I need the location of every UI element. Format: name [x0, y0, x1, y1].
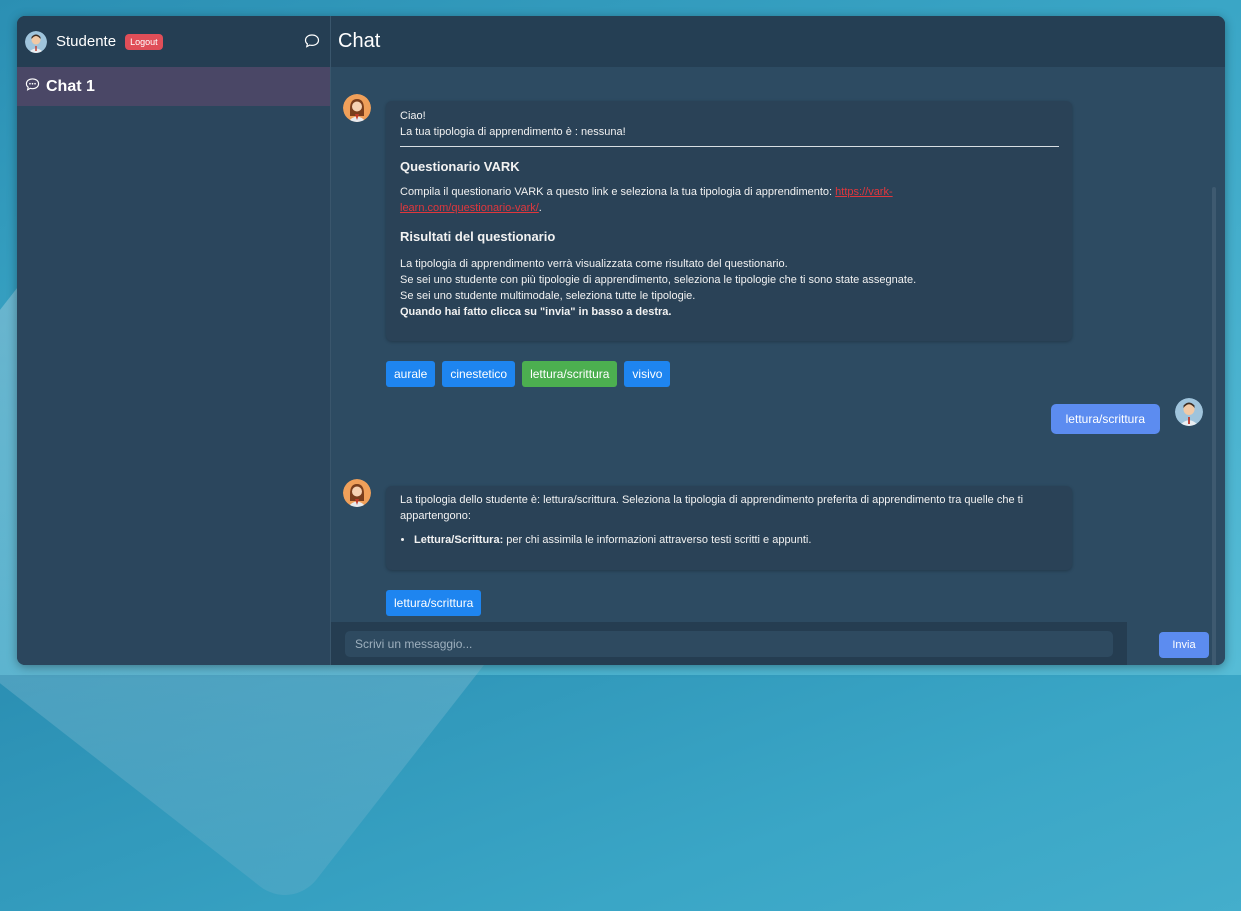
send-button[interactable]: Invia	[1159, 632, 1209, 658]
message-input[interactable]	[345, 631, 1113, 657]
bot-avatar-icon	[343, 479, 371, 507]
option-lettura-scrittura-button[interactable]: lettura/scrittura	[522, 361, 618, 387]
results-line: Se sei uno studente multimodale, selezio…	[400, 290, 696, 302]
app-window: Studente Logout Chat 1 Chat Ciao! La tua…	[17, 16, 1225, 665]
option-aurale-button[interactable]: aurale	[386, 361, 436, 387]
bot-message: La tipologia dello studente è: lettura/s…	[386, 486, 1072, 570]
section-text: Compila il questionario VARK a questo li…	[400, 186, 893, 214]
option-cinestetico-button[interactable]: cinestetico	[442, 361, 516, 387]
typology-list: Lettura/Scrittura: per chi assimila le i…	[400, 532, 1059, 548]
typology-text: La tua tipologia di apprendimento è : ne…	[400, 126, 626, 138]
user-message: lettura/scrittura	[1050, 404, 1160, 434]
user-name: Studente	[56, 33, 117, 50]
chat-icon	[25, 77, 40, 97]
divider	[400, 146, 1059, 147]
results-line: Se sei uno studente con più tipologie di…	[400, 274, 917, 286]
bot-message: Ciao! La tua tipologia di apprendimento …	[386, 101, 1072, 341]
option-lettura-scrittura-button[interactable]: lettura/scrittura	[386, 590, 482, 616]
page-title: Chat	[338, 30, 381, 52]
list-item: Lettura/Scrittura: per chi assimila le i…	[414, 532, 1059, 548]
sidebar-item-chat-1[interactable]: Chat 1	[17, 67, 330, 106]
sidebar-header: Studente Logout	[17, 16, 330, 67]
chat-bubble-icon[interactable]	[304, 33, 320, 49]
input-bar	[331, 622, 1127, 665]
option-buttons: aurale cinestetico lettura/scrittura vis…	[386, 361, 671, 387]
user-avatar-icon	[1175, 398, 1203, 426]
section-title: Risultati del questionario	[400, 229, 556, 244]
bot-message-text: La tipologia dello studente è: lettura/s…	[400, 494, 1024, 522]
message-list[interactable]: Ciao! La tua tipologia di apprendimento …	[331, 67, 1225, 665]
instruction-text: Quando hai fatto clicca su "invia" in ba…	[400, 306, 672, 318]
option-buttons: lettura/scrittura	[386, 590, 482, 616]
scrollbar[interactable]	[1212, 187, 1216, 665]
sidebar-item-label: Chat 1	[46, 77, 95, 95]
greeting-text: Ciao!	[400, 110, 426, 122]
results-line: La tipologia di apprendimento verrà visu…	[400, 258, 788, 270]
sidebar: Studente Logout Chat 1	[17, 16, 331, 665]
logout-button[interactable]: Logout	[125, 33, 163, 50]
chat-panel: Chat Ciao! La tua tipologia di apprendim…	[331, 16, 1225, 665]
bot-avatar-icon	[343, 94, 371, 122]
section-title: Questionario VARK	[400, 159, 520, 174]
chat-header: Chat	[331, 16, 1225, 67]
user-avatar-icon	[25, 30, 47, 53]
option-visivo-button[interactable]: visivo	[624, 361, 671, 387]
